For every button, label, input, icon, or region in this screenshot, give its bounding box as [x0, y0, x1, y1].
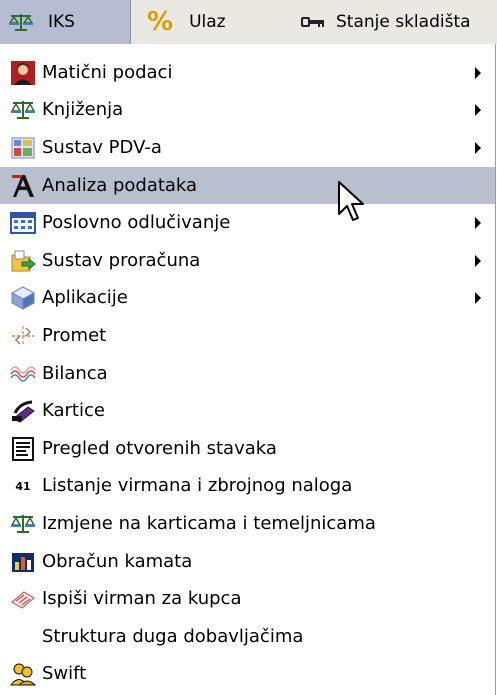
balance-scale-icon	[10, 511, 36, 537]
menubar: IKS % Ulaz Stanje skladišta	[0, 0, 497, 44]
menubar-label-ulaz: Ulaz	[189, 12, 226, 32]
printer-slip-icon	[10, 586, 36, 612]
menu-item-poslovno-odlucivanje[interactable]: Poslovno odlučivanje	[0, 204, 495, 242]
menu-item-label: Bilanca	[42, 362, 108, 384]
submenu-arrow-icon	[475, 292, 481, 305]
menu-item-sustav-pdv-a[interactable]: Sustav PDV-a	[0, 129, 495, 167]
menu-item-promet[interactable]: Promet	[0, 317, 495, 355]
balance-scale-icon	[8, 11, 34, 33]
grid-document-icon	[10, 135, 36, 161]
menu-item-maticni-podaci[interactable]: Matični podaci	[0, 54, 495, 92]
submenu-arrow-icon	[475, 104, 481, 117]
menu-item-swift[interactable]: Swift	[0, 656, 495, 694]
number-icon: 41	[10, 473, 36, 499]
menubar-label-iks: IKS	[48, 12, 75, 32]
bar-chart-icon	[10, 549, 36, 575]
menubar-item-ulaz[interactable]: % Ulaz	[143, 0, 293, 44]
iks-dropdown-menu: Matični podaci Knjiženja Sustav PDV-a An…	[0, 44, 496, 695]
menu-item-knjizenja[interactable]: Knjiženja	[0, 92, 495, 130]
menu-item-label: Analiza podataka	[42, 174, 198, 196]
submenu-arrow-icon	[475, 141, 481, 154]
menu-item-label: Struktura duga dobavljačima	[42, 625, 304, 647]
card-swipe-icon	[10, 398, 36, 424]
submenu-arrow-icon	[475, 254, 481, 267]
menu-item-label: Obračun kamata	[42, 550, 193, 572]
menu-item-izmjene-na-karticama[interactable]: Izmjene na karticama i temeljnicama	[0, 505, 495, 543]
list-document-icon	[10, 436, 36, 462]
menu-item-label: Ispiši virman za kupca	[42, 588, 242, 610]
menu-item-bilanca[interactable]: Bilanca	[0, 355, 495, 393]
cube-icon	[10, 285, 36, 311]
submenu-arrow-icon	[475, 217, 481, 230]
key-icon	[300, 11, 326, 33]
screen: IKS % Ulaz Stanje skladišta Matični poda…	[0, 0, 497, 695]
menu-item-label: Kartice	[42, 400, 105, 422]
people-icon	[10, 661, 36, 687]
menubar-item-stanje-skladista[interactable]: Stanje skladišta	[300, 0, 497, 44]
calendar-grid-icon	[10, 210, 36, 236]
menu-item-listanje-virmana[interactable]: 41 Listanje virmana i zbrojnog naloga	[0, 468, 495, 506]
menu-item-label: Listanje virmana i zbrojnog naloga	[42, 475, 353, 497]
blank-icon	[10, 624, 36, 650]
folder-arrow-icon	[10, 248, 36, 274]
menu-item-label: Swift	[42, 663, 87, 685]
menu-item-label: Sustav PDV-a	[42, 136, 162, 158]
menu-item-label: Sustav proračuna	[42, 249, 201, 271]
menu-item-obracun-kamata[interactable]: Obračun kamata	[0, 543, 495, 581]
letter-a-icon	[10, 173, 36, 199]
menu-item-label: Poslovno odlučivanje	[42, 212, 231, 234]
menu-item-ispisi-virman-za-kupca[interactable]: Ispiši virman za kupca	[0, 580, 495, 618]
person-photo-icon	[10, 60, 36, 86]
menu-item-aplikacije[interactable]: Aplikacije	[0, 280, 495, 318]
mouse-cursor-icon	[338, 181, 364, 221]
percent-icon: %	[147, 7, 174, 37]
menu-item-label: Aplikacije	[42, 287, 128, 309]
menu-item-label: Matični podaci	[42, 61, 173, 83]
menu-item-sustav-proracuna[interactable]: Sustav proračuna	[0, 242, 495, 280]
submenu-arrow-icon	[475, 66, 481, 79]
menu-item-struktura-duga-dobavljacima[interactable]: Struktura duga dobavljačima	[0, 618, 495, 656]
menu-item-kartice[interactable]: Kartice	[0, 392, 495, 430]
transfer-icon	[10, 323, 36, 349]
menu-item-label: Pregled otvorenih stavaka	[42, 437, 277, 459]
balance-scale-icon	[10, 97, 36, 123]
menu-item-analiza-podataka[interactable]: Analiza podataka	[0, 166, 495, 205]
number-41-label: 41	[15, 479, 31, 493]
menu-item-label: Izmjene na karticama i temeljnicama	[42, 512, 376, 534]
menu-item-pregled-otvorenih-stavaka[interactable]: Pregled otvorenih stavaka	[0, 430, 495, 468]
menu-item-label: Promet	[42, 324, 107, 346]
wave-lines-icon	[10, 361, 36, 387]
menu-item-label: Knjiženja	[42, 99, 124, 121]
menubar-item-iks[interactable]: IKS	[0, 0, 131, 44]
menubar-label-stanje-skladista: Stanje skladišta	[336, 12, 471, 32]
